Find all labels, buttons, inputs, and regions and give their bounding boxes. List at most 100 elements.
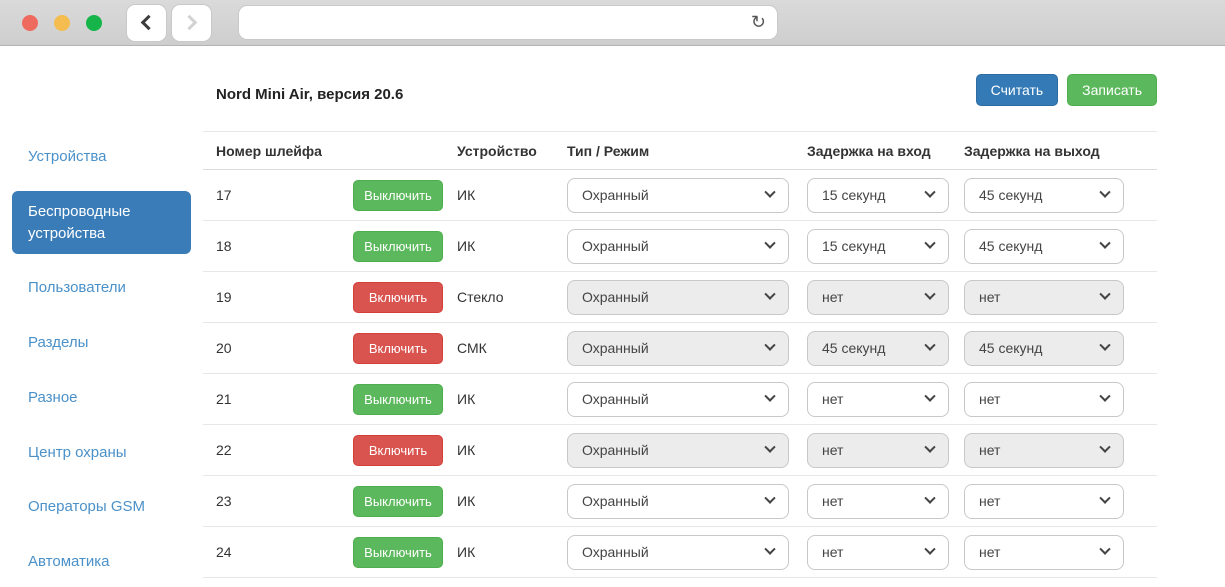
select-value: Охранный	[582, 391, 649, 407]
select-value: 45 секунд	[979, 340, 1042, 356]
chevron-down-icon	[764, 238, 775, 249]
back-button[interactable]	[126, 4, 167, 42]
device-type: ИК	[457, 544, 567, 560]
sidebar-nav: Устройства Беспроводные устройства Польз…	[0, 46, 203, 587]
type-mode-select[interactable]: Охранный	[567, 382, 789, 417]
select-value: Охранный	[582, 340, 649, 356]
sidebar-item-gsm-operators[interactable]: Операторы GSM	[12, 486, 191, 528]
chevron-down-icon	[1099, 391, 1110, 402]
sidebar-item-security-center[interactable]: Центр охраны	[12, 432, 191, 474]
chevron-down-icon	[764, 493, 775, 504]
type-mode-select[interactable]: Охранный	[567, 535, 789, 570]
entry-delay-select[interactable]: нет	[807, 535, 949, 570]
table-row: 23 Выключить ИК Охранный нет нет	[203, 476, 1157, 527]
select-value: нет	[822, 493, 843, 509]
exit-delay-select[interactable]: 45 секунд	[964, 178, 1124, 213]
select-value: нет	[979, 493, 1000, 509]
exit-delay-select[interactable]: нет	[964, 484, 1124, 519]
exit-delay-select[interactable]: нет	[964, 382, 1124, 417]
chevron-down-icon	[1099, 442, 1110, 453]
select-value: 15 секунд	[822, 187, 885, 203]
header-device: Устройство	[457, 143, 567, 159]
browser-toolbar: ↻	[0, 0, 1225, 46]
type-mode-select[interactable]: Охранный	[567, 178, 789, 213]
toggle-loop-button[interactable]: Выключить	[353, 180, 443, 211]
exit-delay-select[interactable]: 45 секунд	[964, 331, 1124, 366]
device-type: ИК	[457, 442, 567, 458]
loop-number: 24	[216, 544, 353, 560]
header-type-mode: Тип / Режим	[567, 143, 807, 159]
type-mode-select[interactable]: Охранный	[567, 229, 789, 264]
toggle-loop-button[interactable]: Включить	[353, 333, 443, 364]
entry-delay-select[interactable]: 15 секунд	[807, 178, 949, 213]
entry-delay-select[interactable]: 45 секунд	[807, 331, 949, 366]
loop-number: 22	[216, 442, 353, 458]
exit-delay-select[interactable]: нет	[964, 280, 1124, 315]
table-row: 17 Выключить ИК Охранный 15 секунд 45 се…	[203, 170, 1157, 221]
type-mode-select[interactable]: Охранный	[567, 433, 789, 468]
select-value: Охранный	[582, 238, 649, 254]
exit-delay-select[interactable]: 45 секунд	[964, 229, 1124, 264]
loop-number: 23	[216, 493, 353, 509]
back-icon	[141, 15, 157, 31]
chevron-down-icon	[924, 238, 935, 249]
read-button[interactable]: Считать	[976, 74, 1059, 106]
exit-delay-select[interactable]: нет	[964, 433, 1124, 468]
table-row: 20 Включить СМК Охранный 45 секунд 45 се…	[203, 323, 1157, 374]
table-row: 21 Выключить ИК Охранный нет нет	[203, 374, 1157, 425]
loop-number: 17	[216, 187, 353, 203]
toggle-loop-button[interactable]: Включить	[353, 435, 443, 466]
type-mode-select[interactable]: Охранный	[567, 484, 789, 519]
select-value: Охранный	[582, 442, 649, 458]
select-value: нет	[979, 391, 1000, 407]
chevron-down-icon	[1099, 187, 1110, 198]
close-button[interactable]	[22, 15, 38, 31]
sidebar-item-partitions[interactable]: Разделы	[12, 322, 191, 364]
select-value: нет	[979, 442, 1000, 458]
page-title: Nord Mini Air, версия 20.6	[203, 74, 403, 103]
reload-icon[interactable]: ↻	[751, 12, 766, 33]
chevron-down-icon	[924, 493, 935, 504]
header-entry-delay: Задержка на вход	[807, 143, 964, 159]
chevron-down-icon	[1099, 289, 1110, 300]
type-mode-select[interactable]: Охранный	[567, 280, 789, 315]
sidebar-item-wireless-devices[interactable]: Беспроводные устройства	[12, 191, 191, 255]
entry-delay-select[interactable]: нет	[807, 280, 949, 315]
select-value: Охранный	[582, 544, 649, 560]
select-value: нет	[822, 544, 843, 560]
sidebar-item-devices[interactable]: Устройства	[12, 136, 191, 178]
minimize-button[interactable]	[54, 15, 70, 31]
table-row: 22 Включить ИК Охранный нет нет	[203, 425, 1157, 476]
chevron-down-icon	[924, 442, 935, 453]
loop-number: 21	[216, 391, 353, 407]
forward-button[interactable]	[171, 4, 212, 42]
entry-delay-select[interactable]: нет	[807, 484, 949, 519]
chevron-down-icon	[924, 289, 935, 300]
entry-delay-select[interactable]: нет	[807, 433, 949, 468]
toggle-loop-button[interactable]: Выключить	[353, 486, 443, 517]
select-value: нет	[979, 544, 1000, 560]
select-value: 15 секунд	[822, 238, 885, 254]
entry-delay-select[interactable]: 15 секунд	[807, 229, 949, 264]
sidebar-item-users[interactable]: Пользователи	[12, 267, 191, 309]
toggle-loop-button[interactable]: Выключить	[353, 384, 443, 415]
sidebar-item-automation[interactable]: Автоматика	[12, 541, 191, 583]
sidebar-item-misc[interactable]: Разное	[12, 377, 191, 419]
toggle-loop-button[interactable]: Включить	[353, 282, 443, 313]
exit-delay-select[interactable]: нет	[964, 535, 1124, 570]
device-type: ИК	[457, 493, 567, 509]
loop-number: 20	[216, 340, 353, 356]
write-button[interactable]: Записать	[1067, 74, 1157, 106]
chevron-down-icon	[924, 544, 935, 555]
maximize-button[interactable]	[86, 15, 102, 31]
chevron-down-icon	[1099, 340, 1110, 351]
device-type: ИК	[457, 187, 567, 203]
chevron-down-icon	[1099, 238, 1110, 249]
address-bar-input[interactable]	[238, 5, 778, 40]
chevron-down-icon	[1099, 544, 1110, 555]
toggle-loop-button[interactable]: Выключить	[353, 231, 443, 262]
toggle-loop-button[interactable]: Выключить	[353, 537, 443, 568]
type-mode-select[interactable]: Охранный	[567, 331, 789, 366]
chevron-down-icon	[924, 340, 935, 351]
entry-delay-select[interactable]: нет	[807, 382, 949, 417]
